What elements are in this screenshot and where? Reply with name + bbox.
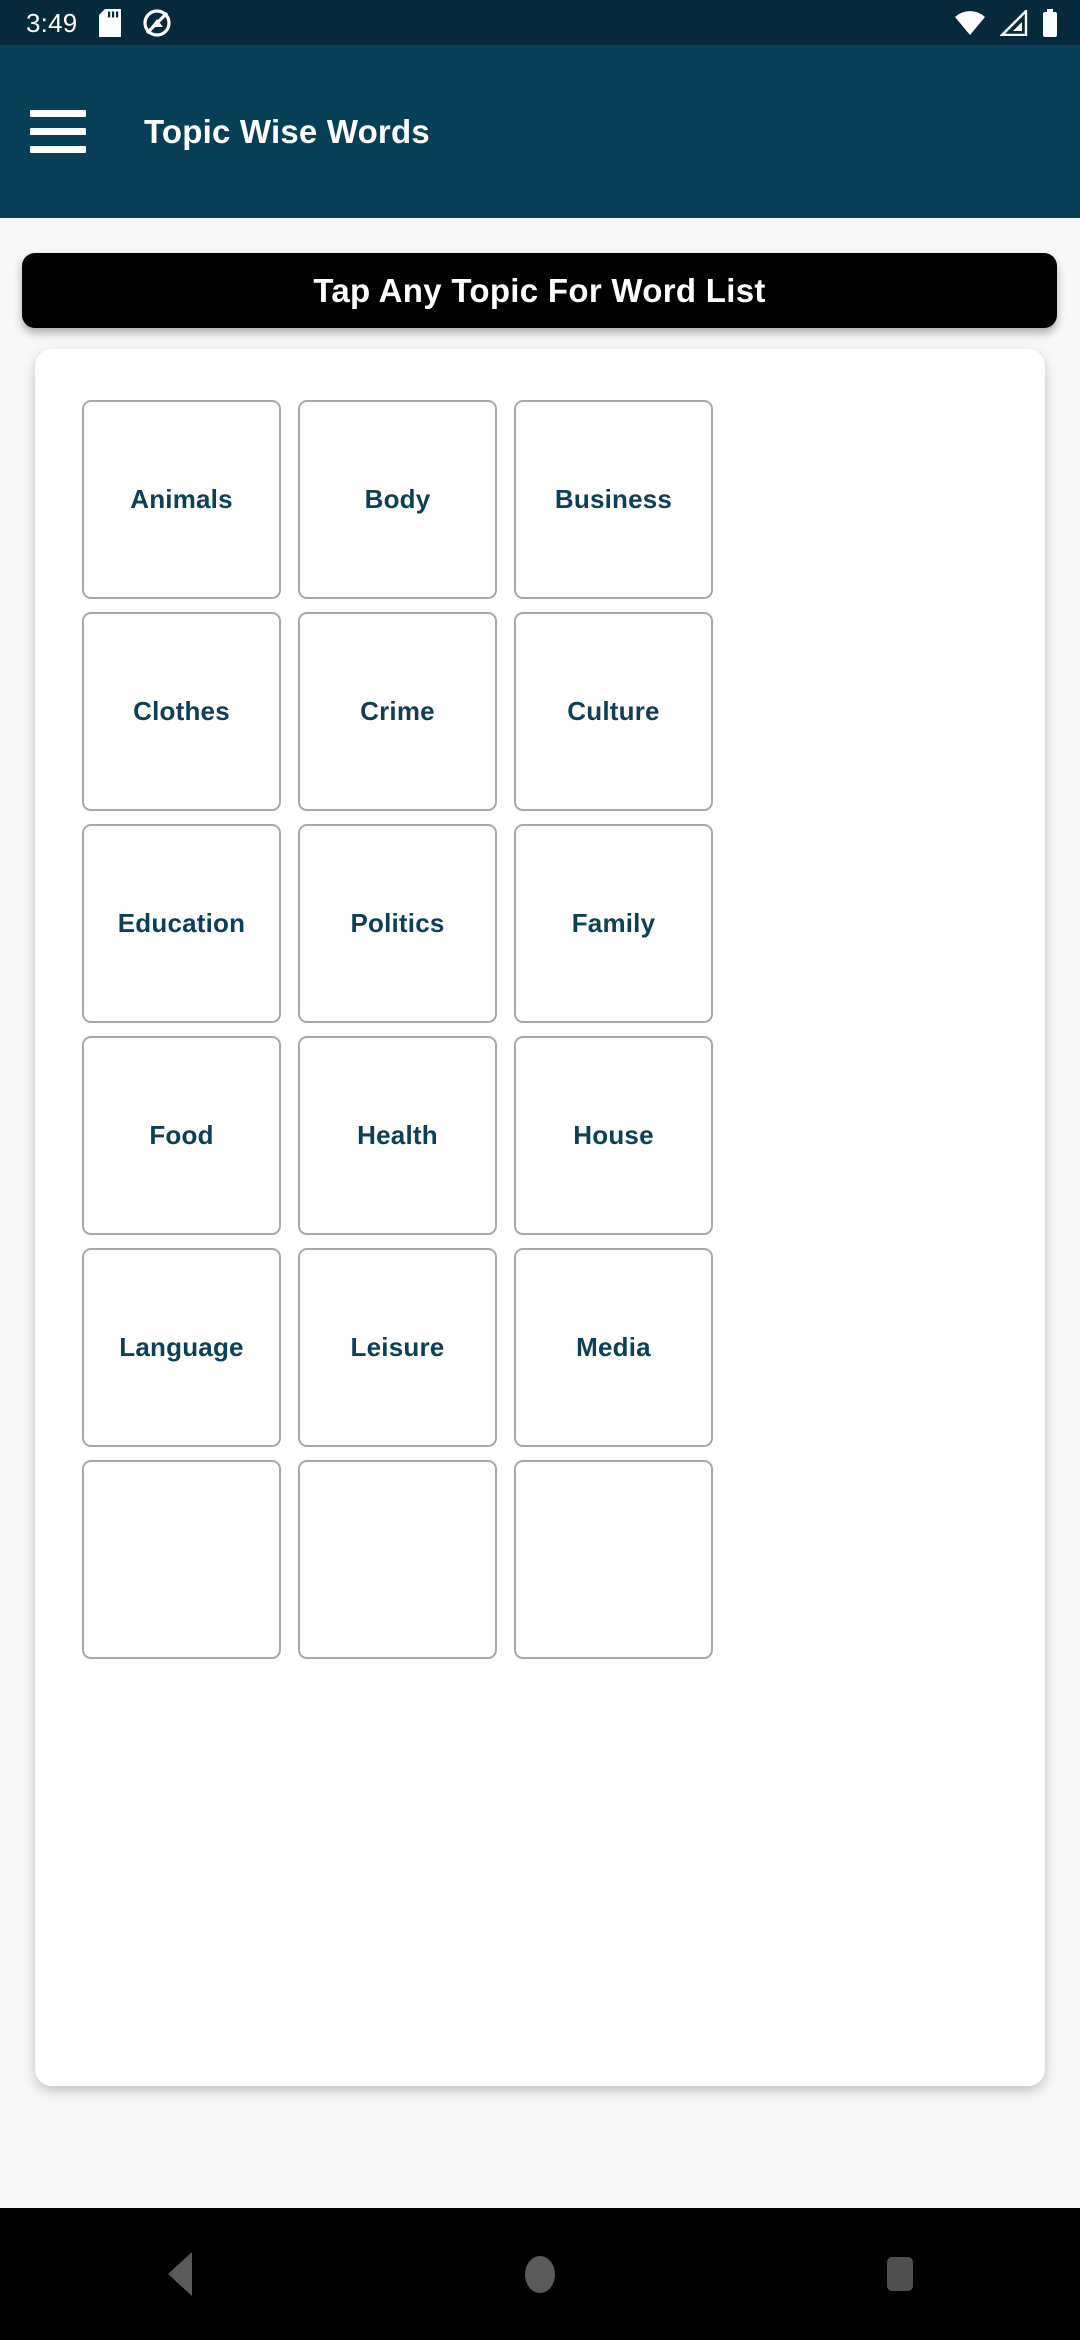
topic-cell-language[interactable]: Language — [82, 1248, 281, 1447]
topic-label: Family — [571, 908, 656, 938]
topic-label: Media — [576, 1332, 651, 1362]
topic-cell-partial-1[interactable] — [82, 1460, 281, 1659]
topic-label: Health — [357, 1120, 438, 1150]
topic-label: Leisure — [350, 1332, 445, 1362]
wifi-icon — [955, 10, 985, 35]
triangle-left-icon — [168, 2252, 192, 2296]
square-icon — [887, 2257, 913, 2291]
quick-app-icon — [143, 8, 172, 37]
android-navigation-bar — [0, 2208, 1080, 2340]
topic-cell-culture[interactable]: Culture — [514, 612, 713, 811]
topic-cell-media[interactable]: Media — [514, 1248, 713, 1447]
nav-recents-button[interactable] — [825, 2208, 975, 2340]
topic-cell-politics[interactable]: Politics — [298, 824, 497, 1023]
menu-bar-3 — [30, 146, 86, 153]
main-content: Tap Any Topic For Word List Animals Body… — [0, 218, 1080, 2208]
nav-back-button[interactable] — [105, 2208, 255, 2340]
topic-label: Education — [117, 908, 246, 938]
topic-cell-clothes[interactable]: Clothes — [82, 612, 281, 811]
status-bar: 3:49 — [0, 0, 1080, 45]
topic-cell-health[interactable]: Health — [298, 1036, 497, 1235]
menu-bar-2 — [30, 128, 86, 135]
circle-icon — [525, 2255, 555, 2293]
app-bar: Topic Wise Words — [0, 45, 1080, 218]
topics-card-container: Animals Body Business Clothes Crime Cult… — [35, 349, 1045, 2086]
topic-label: Food — [149, 1120, 214, 1150]
hamburger-menu-icon[interactable] — [30, 102, 96, 162]
topic-label: Culture — [567, 696, 660, 726]
topic-cell-crime[interactable]: Crime — [298, 612, 497, 811]
topic-label: Politics — [350, 908, 445, 938]
topic-cell-animals[interactable]: Animals — [82, 400, 281, 599]
topic-label: Language — [119, 1332, 244, 1362]
status-clock: 3:49 — [26, 7, 78, 38]
topic-label: Animals — [130, 484, 233, 514]
topic-cell-education[interactable]: Education — [82, 824, 281, 1023]
topic-cell-partial-3[interactable] — [514, 1460, 713, 1659]
topic-cell-body[interactable]: Body — [298, 400, 497, 599]
topic-cell-partial-2[interactable] — [298, 1460, 497, 1659]
phone-screen: 3:49 Topic Wise Words Tap Any Topic For … — [0, 0, 1080, 2340]
cell-signal-icon — [1000, 9, 1028, 36]
topic-cell-leisure[interactable]: Leisure — [298, 1248, 497, 1447]
instruction-banner: Tap Any Topic For Word List — [22, 253, 1057, 328]
status-bar-left: 3:49 — [26, 7, 172, 38]
topic-cell-business[interactable]: Business — [514, 400, 713, 599]
topic-label: Body — [364, 484, 431, 514]
battery-icon — [1043, 8, 1057, 37]
topics-grid: Animals Body Business Clothes Crime Cult… — [82, 400, 998, 1659]
topic-cell-house[interactable]: House — [514, 1036, 713, 1235]
menu-bar-1 — [30, 110, 86, 117]
topic-label: Business — [554, 484, 673, 514]
instruction-banner-label: Tap Any Topic For Word List — [313, 271, 766, 309]
status-bar-right — [954, 8, 1058, 37]
topic-label: Clothes — [133, 696, 230, 726]
sd-card-icon — [99, 8, 122, 37]
topic-label: House — [573, 1120, 654, 1150]
topic-label: Crime — [360, 696, 435, 726]
page-title: Topic Wise Words — [144, 112, 430, 150]
topic-cell-food[interactable]: Food — [82, 1036, 281, 1235]
topic-cell-family[interactable]: Family — [514, 824, 713, 1023]
nav-home-button[interactable] — [465, 2208, 615, 2340]
